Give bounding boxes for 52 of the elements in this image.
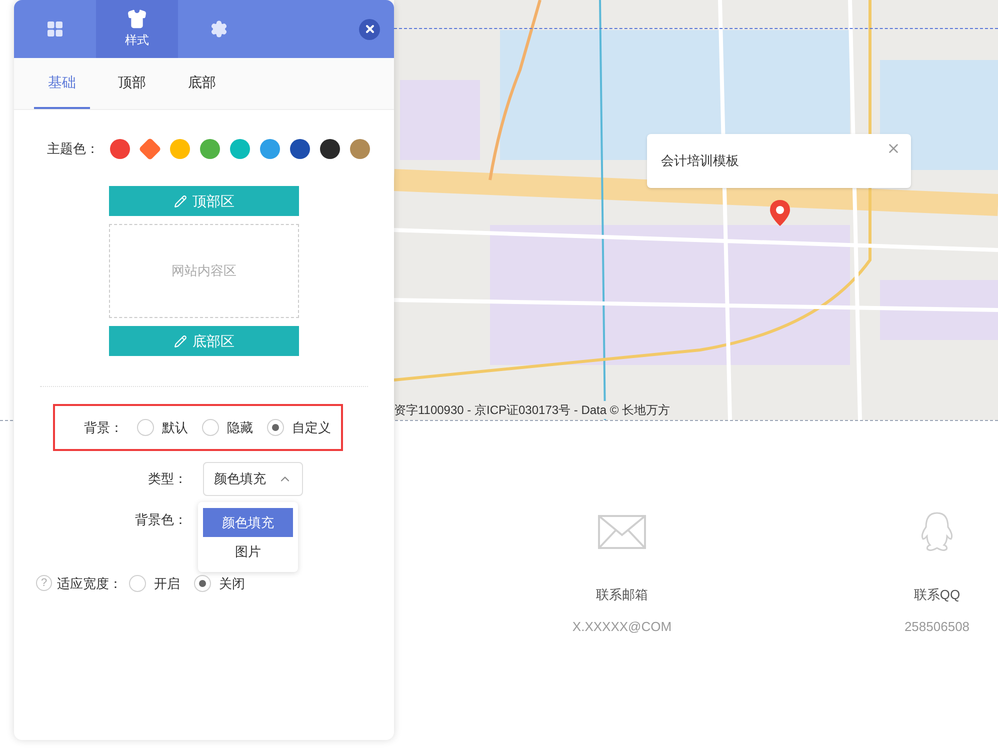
subtab[interactable]: 底部 <box>174 58 230 109</box>
dropdown-option[interactable]: 图片 <box>203 537 293 566</box>
field-label: 背景： <box>84 418 123 437</box>
footer-area-button[interactable]: 底部区 <box>109 326 299 356</box>
color-swatch[interactable] <box>229 138 251 160</box>
subtab[interactable]: 基础 <box>34 58 90 109</box>
contact-label: 联系QQ <box>914 586 960 604</box>
color-swatch[interactable] <box>289 138 311 160</box>
radio-label: 开启 <box>154 574 180 592</box>
radio-label: 自定义 <box>292 418 331 437</box>
subtab[interactable]: 顶部 <box>104 58 160 109</box>
color-swatch[interactable] <box>259 138 281 160</box>
radio-button[interactable] <box>137 419 154 436</box>
color-swatch[interactable] <box>349 138 371 160</box>
close-button[interactable] <box>359 18 380 40</box>
radio-button[interactable] <box>129 574 146 592</box>
close-icon <box>364 23 376 35</box>
radio-button[interactable] <box>194 574 211 592</box>
radio-button[interactable] <box>267 419 284 436</box>
map-pin-icon <box>770 200 790 226</box>
field-label: 适应宽度： <box>57 574 122 592</box>
help-icon[interactable]: ? <box>36 575 52 592</box>
contact-value: 258506508 <box>904 618 970 636</box>
content-area-preview: 网站内容区 <box>109 224 299 318</box>
envelope-icon <box>598 515 646 549</box>
type-select[interactable]: 颜色填充 <box>203 462 303 496</box>
contact-value: X.XXXXX@COM <box>572 618 672 636</box>
grid-icon <box>46 20 64 38</box>
color-swatch[interactable] <box>139 138 161 160</box>
map-attribution: 资字1100930 - 京ICP证030173号 - Data © 长地万方 <box>394 401 670 419</box>
popup-title: 会计培训模板 <box>661 152 739 170</box>
radio-label: 关闭 <box>219 574 245 592</box>
radio-label: 默认 <box>162 418 188 437</box>
pencil-icon <box>174 334 186 348</box>
field-label: 背景色： <box>135 511 187 529</box>
close-icon[interactable] <box>886 141 901 156</box>
radio-label: 隐藏 <box>227 418 253 437</box>
penguin-icon <box>919 512 955 552</box>
pencil-icon <box>174 194 186 208</box>
settings-icon <box>210 20 228 38</box>
field-label: 类型： <box>148 470 187 488</box>
field-label: 主题色： <box>47 140 99 158</box>
color-swatch[interactable] <box>319 138 341 160</box>
header-area-button[interactable]: 顶部区 <box>109 186 299 216</box>
dropdown-option[interactable]: 颜色填充 <box>203 508 293 537</box>
shirt-icon <box>127 9 147 29</box>
contact-label: 联系邮箱 <box>596 586 648 604</box>
color-swatch[interactable] <box>199 138 221 160</box>
radio-button[interactable] <box>202 419 219 436</box>
color-swatch[interactable] <box>109 138 131 160</box>
toolbar-tab[interactable]: 样式 <box>96 0 178 58</box>
color-swatch[interactable] <box>169 138 191 160</box>
